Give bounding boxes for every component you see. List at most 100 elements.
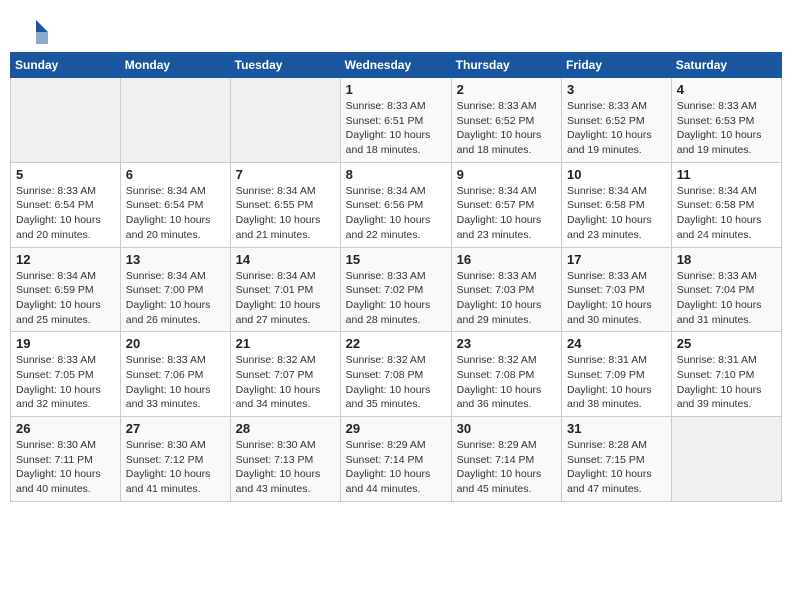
calendar-cell [671, 417, 781, 502]
calendar-cell: 30Sunrise: 8:29 AM Sunset: 7:14 PM Dayli… [451, 417, 561, 502]
day-number: 23 [457, 336, 556, 351]
calendar-cell [230, 78, 340, 163]
weekday-header: Thursday [451, 53, 561, 78]
calendar-cell: 26 Sunrise: 8:30 AM Sunset: 7:11 PM Dayli… [11, 417, 121, 502]
calendar-week-row: 1 Sunrise: 8:33 AM Sunset: 6:51 PM Daylig… [11, 78, 782, 163]
calendar-cell: 27 Sunrise: 8:30 AM Sunset: 7:12 PM Dayli… [120, 417, 230, 502]
calendar-header: SundayMondayTuesdayWednesdayThursdayFrid… [11, 53, 782, 78]
day-info: Sunrise: 8:32 AM Sunset: 7:08 PM Dayligh… [457, 353, 556, 412]
day-info: Sunrise: 8:33 AM Sunset: 6:54 PM Dayligh… [16, 184, 115, 243]
day-info: Sunrise: 8:30 AM Sunset: 7:12 PM Dayligh… [126, 438, 225, 497]
day-info: Sunrise: 8:34 AM Sunset: 7:00 PM Dayligh… [126, 269, 225, 328]
day-number: 18 [677, 252, 776, 267]
day-number: 1 [346, 82, 446, 97]
calendar-cell: 24 Sunrise: 8:31 AM Sunset: 7:09 PM Dayli… [562, 332, 672, 417]
day-number: 7 [236, 167, 335, 182]
day-info: Sunrise: 8:34 AM Sunset: 6:56 PM Dayligh… [346, 184, 446, 243]
calendar-cell: 1 Sunrise: 8:33 AM Sunset: 6:51 PM Daylig… [340, 78, 451, 163]
day-info: Sunrise: 8:30 AM Sunset: 7:11 PM Dayligh… [16, 438, 115, 497]
calendar-cell: 16Sunrise: 8:33 AM Sunset: 7:03 PM Dayli… [451, 247, 561, 332]
day-info: Sunrise: 8:28 AM Sunset: 7:15 PM Dayligh… [567, 438, 666, 497]
page-header [10, 10, 782, 52]
calendar-cell: 17 Sunrise: 8:33 AM Sunset: 7:03 PM Dayli… [562, 247, 672, 332]
day-info: Sunrise: 8:32 AM Sunset: 7:07 PM Dayligh… [236, 353, 335, 412]
calendar-cell: 18 Sunrise: 8:33 AM Sunset: 7:04 PM Dayli… [671, 247, 781, 332]
calendar-cell: 20 Sunrise: 8:33 AM Sunset: 7:06 PM Dayli… [120, 332, 230, 417]
day-number: 5 [16, 167, 115, 182]
calendar-cell: 21Sunrise: 8:32 AM Sunset: 7:07 PM Dayli… [230, 332, 340, 417]
day-info: Sunrise: 8:33 AM Sunset: 7:05 PM Dayligh… [16, 353, 115, 412]
calendar-cell: 3Sunrise: 8:33 AM Sunset: 6:52 PM Daylig… [562, 78, 672, 163]
day-number: 26 [16, 421, 115, 436]
calendar-cell: 8 Sunrise: 8:34 AM Sunset: 6:56 PM Daylig… [340, 162, 451, 247]
calendar-cell: 19Sunrise: 8:33 AM Sunset: 7:05 PM Dayli… [11, 332, 121, 417]
calendar-week-row: 12Sunrise: 8:34 AM Sunset: 6:59 PM Dayli… [11, 247, 782, 332]
day-info: Sunrise: 8:34 AM Sunset: 6:55 PM Dayligh… [236, 184, 335, 243]
day-number: 27 [126, 421, 225, 436]
weekday-header: Saturday [671, 53, 781, 78]
day-number: 13 [126, 252, 225, 267]
day-number: 31 [567, 421, 666, 436]
day-info: Sunrise: 8:33 AM Sunset: 7:02 PM Dayligh… [346, 269, 446, 328]
day-number: 30 [457, 421, 556, 436]
weekday-header: Wednesday [340, 53, 451, 78]
day-info: Sunrise: 8:33 AM Sunset: 6:53 PM Dayligh… [677, 99, 776, 158]
day-number: 10 [567, 167, 666, 182]
calendar-cell: 15 Sunrise: 8:33 AM Sunset: 7:02 PM Dayli… [340, 247, 451, 332]
day-number: 25 [677, 336, 776, 351]
day-info: Sunrise: 8:33 AM Sunset: 7:03 PM Dayligh… [567, 269, 666, 328]
day-number: 6 [126, 167, 225, 182]
logo [22, 18, 54, 46]
day-info: Sunrise: 8:34 AM Sunset: 6:58 PM Dayligh… [567, 184, 666, 243]
weekday-header: Tuesday [230, 53, 340, 78]
day-number: 9 [457, 167, 556, 182]
calendar-body: 1 Sunrise: 8:33 AM Sunset: 6:51 PM Daylig… [11, 78, 782, 502]
calendar-cell: 31 Sunrise: 8:28 AM Sunset: 7:15 PM Dayli… [562, 417, 672, 502]
day-info: Sunrise: 8:34 AM Sunset: 6:58 PM Dayligh… [677, 184, 776, 243]
calendar-cell: 2 Sunrise: 8:33 AM Sunset: 6:52 PM Daylig… [451, 78, 561, 163]
day-number: 14 [236, 252, 335, 267]
day-info: Sunrise: 8:34 AM Sunset: 7:01 PM Dayligh… [236, 269, 335, 328]
day-number: 8 [346, 167, 446, 182]
calendar-cell: 4Sunrise: 8:33 AM Sunset: 6:53 PM Daylig… [671, 78, 781, 163]
weekday-header: Monday [120, 53, 230, 78]
calendar-cell: 14 Sunrise: 8:34 AM Sunset: 7:01 PM Dayli… [230, 247, 340, 332]
calendar-cell: 7 Sunrise: 8:34 AM Sunset: 6:55 PM Daylig… [230, 162, 340, 247]
calendar-cell [11, 78, 121, 163]
calendar-cell: 25Sunrise: 8:31 AM Sunset: 7:10 PM Dayli… [671, 332, 781, 417]
day-number: 28 [236, 421, 335, 436]
calendar-cell: 6 Sunrise: 8:34 AM Sunset: 6:54 PM Daylig… [120, 162, 230, 247]
calendar-cell [120, 78, 230, 163]
day-info: Sunrise: 8:33 AM Sunset: 7:03 PM Dayligh… [457, 269, 556, 328]
calendar-week-row: 26 Sunrise: 8:30 AM Sunset: 7:11 PM Dayli… [11, 417, 782, 502]
day-info: Sunrise: 8:33 AM Sunset: 6:52 PM Dayligh… [457, 99, 556, 158]
day-info: Sunrise: 8:33 AM Sunset: 7:04 PM Dayligh… [677, 269, 776, 328]
day-number: 20 [126, 336, 225, 351]
calendar-cell: 11 Sunrise: 8:34 AM Sunset: 6:58 PM Dayli… [671, 162, 781, 247]
day-number: 22 [346, 336, 446, 351]
calendar-cell: 29 Sunrise: 8:29 AM Sunset: 7:14 PM Dayli… [340, 417, 451, 502]
day-info: Sunrise: 8:31 AM Sunset: 7:09 PM Dayligh… [567, 353, 666, 412]
calendar-cell: 23 Sunrise: 8:32 AM Sunset: 7:08 PM Dayli… [451, 332, 561, 417]
day-number: 3 [567, 82, 666, 97]
calendar-cell: 22 Sunrise: 8:32 AM Sunset: 7:08 PM Dayli… [340, 332, 451, 417]
calendar-cell: 13 Sunrise: 8:34 AM Sunset: 7:00 PM Dayli… [120, 247, 230, 332]
day-info: Sunrise: 8:34 AM Sunset: 6:54 PM Dayligh… [126, 184, 225, 243]
day-number: 24 [567, 336, 666, 351]
day-number: 11 [677, 167, 776, 182]
day-info: Sunrise: 8:32 AM Sunset: 7:08 PM Dayligh… [346, 353, 446, 412]
calendar-cell: 12Sunrise: 8:34 AM Sunset: 6:59 PM Dayli… [11, 247, 121, 332]
weekday-row: SundayMondayTuesdayWednesdayThursdayFrid… [11, 53, 782, 78]
day-number: 29 [346, 421, 446, 436]
day-number: 12 [16, 252, 115, 267]
day-info: Sunrise: 8:29 AM Sunset: 7:14 PM Dayligh… [346, 438, 446, 497]
calendar-table: SundayMondayTuesdayWednesdayThursdayFrid… [10, 52, 782, 502]
day-number: 2 [457, 82, 556, 97]
day-number: 17 [567, 252, 666, 267]
weekday-header: Sunday [11, 53, 121, 78]
day-number: 15 [346, 252, 446, 267]
day-info: Sunrise: 8:30 AM Sunset: 7:13 PM Dayligh… [236, 438, 335, 497]
calendar-cell: 9Sunrise: 8:34 AM Sunset: 6:57 PM Daylig… [451, 162, 561, 247]
day-info: Sunrise: 8:33 AM Sunset: 6:51 PM Dayligh… [346, 99, 446, 158]
day-info: Sunrise: 8:33 AM Sunset: 7:06 PM Dayligh… [126, 353, 225, 412]
